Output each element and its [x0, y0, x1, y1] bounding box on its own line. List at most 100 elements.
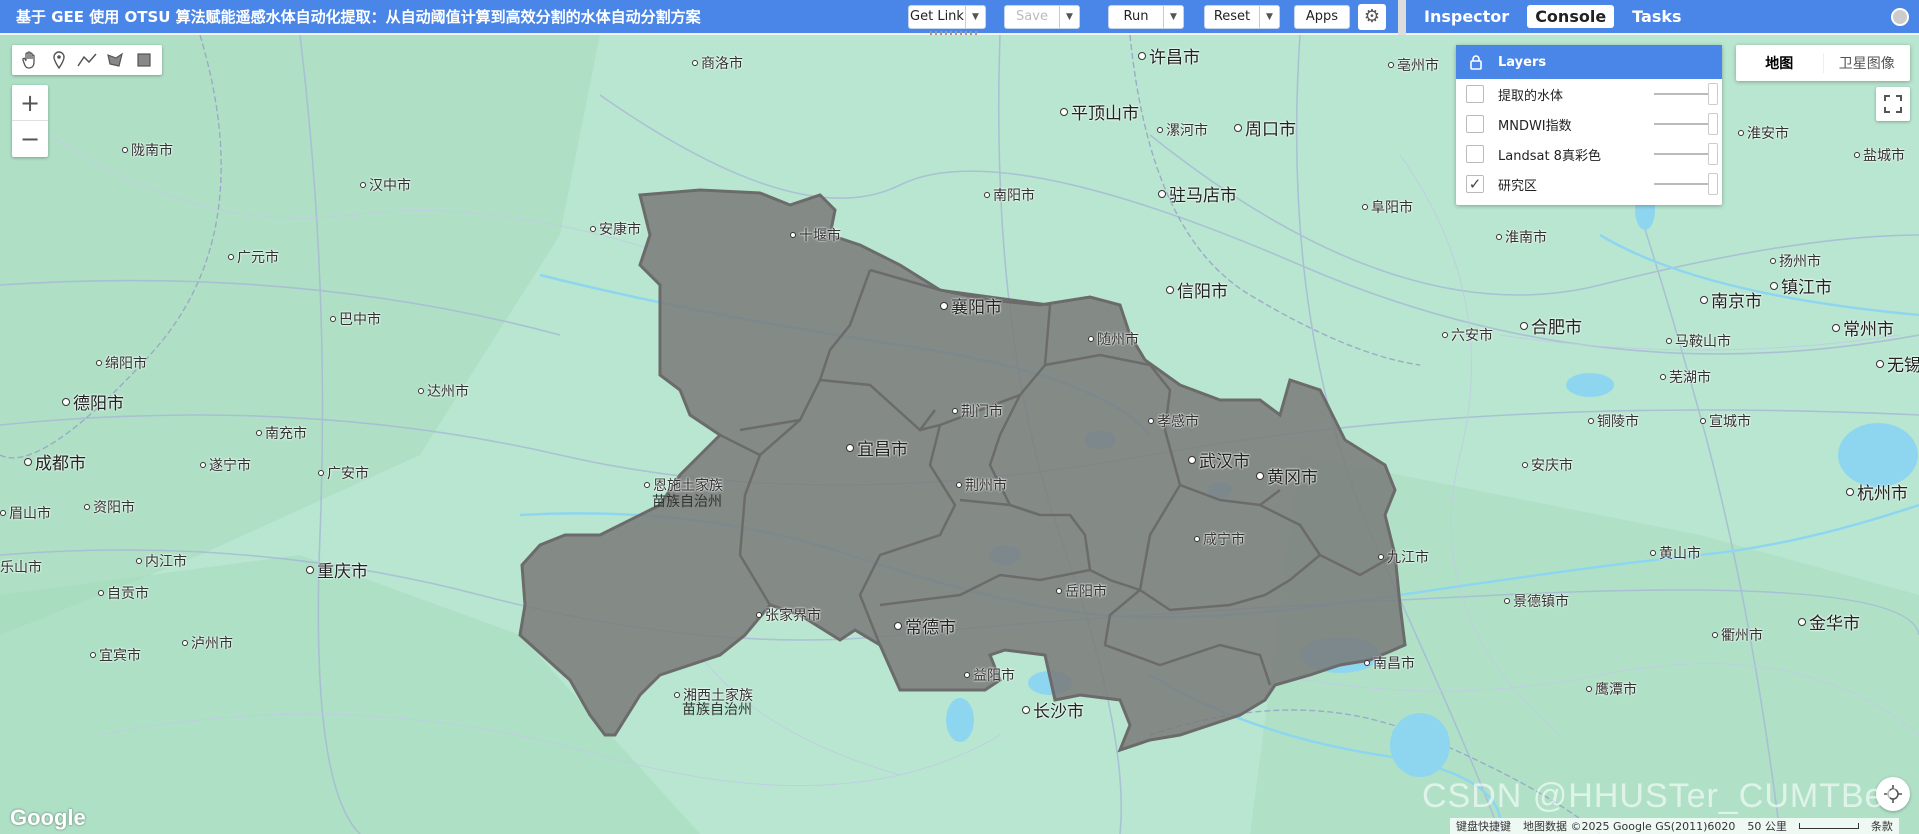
city-label: 盐城市	[1854, 145, 1905, 165]
map-type-roadmap[interactable]: 地图	[1736, 53, 1823, 73]
city-label: 阜阳市	[1362, 197, 1413, 217]
zoom-control: + −	[12, 85, 48, 157]
layer-row: MNDWI指数	[1456, 109, 1722, 139]
layer-name: Landsat 8真彩色	[1498, 148, 1601, 164]
pin-icon[interactable]	[1891, 7, 1909, 26]
city-label: 南阳市	[984, 185, 1035, 205]
city-label: 德阳市	[62, 389, 124, 414]
chevron-down-icon[interactable]: ▼	[1259, 5, 1279, 28]
line-icon[interactable]	[76, 49, 98, 71]
city-label: 安康市	[590, 219, 641, 239]
opacity-slider[interactable]	[1654, 83, 1718, 105]
layers-header[interactable]: Layers	[1456, 45, 1722, 79]
slider-knob[interactable]	[1708, 173, 1718, 195]
city-label: 六安市	[1442, 325, 1493, 345]
city-label: 铜陵市	[1588, 411, 1639, 431]
keyboard-shortcuts-link[interactable]: 键盘快捷键	[1456, 818, 1511, 834]
chevron-down-icon[interactable]: ▼	[1059, 5, 1079, 28]
city-label: 景德镇市	[1504, 591, 1569, 611]
city-label: 黄山市	[1650, 543, 1701, 563]
save-button[interactable]: Save ▼	[1004, 4, 1080, 29]
layer-checkbox[interactable]: ✓	[1466, 175, 1484, 193]
google-logo: Google	[10, 805, 86, 830]
settings-button[interactable]: ⚙	[1358, 3, 1386, 30]
opacity-slider[interactable]	[1654, 143, 1718, 165]
city-label: 信阳市	[1166, 277, 1228, 302]
city-label: 淮南市	[1496, 227, 1547, 247]
rectangle-icon[interactable]	[133, 49, 155, 71]
city-label: 荆州市	[956, 475, 1007, 495]
get-link-button[interactable]: Get Link ▼	[908, 4, 986, 29]
city-label: 自贡市	[98, 583, 149, 603]
fullscreen-icon	[1884, 95, 1902, 113]
reset-button[interactable]: Reset ▼	[1204, 4, 1280, 29]
layer-checkbox[interactable]	[1466, 85, 1484, 103]
run-label: Run	[1123, 9, 1149, 24]
tab-tasks[interactable]: Tasks	[1624, 5, 1689, 28]
layer-checkbox[interactable]	[1466, 115, 1484, 133]
city-label: 安庆市	[1522, 455, 1573, 475]
city-label: 咸宁市	[1194, 529, 1245, 549]
layers-title: Layers	[1498, 54, 1547, 70]
city-label: 张家界市	[756, 605, 821, 625]
hand-icon[interactable]	[19, 49, 41, 71]
map-attribution: 键盘快捷键 地图数据 ©2025 Google GS(2011)6020 50 …	[1450, 818, 1899, 834]
layer-checkbox[interactable]	[1466, 145, 1484, 163]
terms-link[interactable]: 条款	[1871, 818, 1893, 834]
city-label: 无锡	[1876, 351, 1919, 376]
panel-splitter[interactable]	[1398, 0, 1406, 35]
city-label: 乐山市	[0, 560, 42, 576]
run-button[interactable]: Run ▼	[1108, 4, 1184, 29]
city-label: 黄冈市	[1256, 463, 1318, 488]
layer-row: ✓ 研究区	[1456, 169, 1722, 199]
marker-icon[interactable]	[48, 49, 70, 71]
scale-bar	[1798, 823, 1859, 829]
slider-knob[interactable]	[1708, 143, 1718, 165]
chevron-down-icon[interactable]: ▼	[1163, 5, 1183, 28]
polygon-icon[interactable]	[104, 49, 126, 71]
map-canvas[interactable]: 许昌市 商洛市 平顶山市 周口市 亳州市 漯河市 陇南市 汉中市 南阳市 驻马店…	[0, 35, 1919, 834]
city-label: 南充市	[256, 423, 307, 443]
tab-inspector[interactable]: Inspector	[1416, 5, 1517, 28]
opacity-slider[interactable]	[1654, 113, 1718, 135]
city-label: 广安市	[318, 463, 369, 483]
scale-label: 50 公里	[1747, 820, 1787, 833]
city-label: 襄阳市	[940, 293, 1002, 318]
slider-knob[interactable]	[1708, 113, 1718, 135]
lock-icon[interactable]	[1468, 54, 1484, 70]
city-label: 遂宁市	[200, 455, 251, 475]
city-label: 成都市	[24, 449, 86, 474]
city-label: 随州市	[1088, 329, 1139, 349]
watermark: CSDN @HHUSTer_CUMTBer	[1422, 777, 1897, 815]
city-label: 许昌市	[1138, 43, 1200, 68]
map-type-satellite[interactable]: 卫星图像	[1822, 53, 1911, 73]
city-label: 宜昌市	[846, 435, 908, 460]
city-label: 十堰市	[790, 225, 841, 245]
city-label: 陇南市	[122, 140, 173, 160]
minus-icon: −	[19, 125, 41, 153]
zoom-in-button[interactable]: +	[12, 85, 48, 121]
fullscreen-button[interactable]	[1876, 87, 1910, 121]
city-label: 常州市	[1832, 315, 1894, 340]
map-type-control: 地图 卫星图像	[1736, 45, 1910, 81]
city-label: 苗族自治州	[682, 702, 752, 718]
apps-button[interactable]: Apps	[1294, 4, 1350, 29]
gear-icon: ⚙	[1363, 6, 1381, 27]
city-label: 马鞍山市	[1666, 331, 1731, 351]
city-label: 内江市	[136, 551, 187, 571]
tab-console[interactable]: Console	[1527, 5, 1615, 28]
city-label: 资阳市	[84, 497, 135, 517]
city-label: 巴中市	[330, 309, 381, 329]
top-toolbar: 基于 GEE 使用 OTSU 算法赋能遥感水体自动化提取：从自动阈值计算到高效分…	[0, 0, 1919, 35]
chevron-down-icon[interactable]: ▼	[965, 5, 985, 28]
opacity-slider[interactable]	[1654, 173, 1718, 195]
city-label: 常德市	[894, 613, 956, 638]
city-label: 岳阳市	[1056, 581, 1107, 601]
city-label: 重庆市	[306, 557, 368, 582]
code-editor-header: 基于 GEE 使用 OTSU 算法赋能遥感水体自动化提取：从自动阈值计算到高效分…	[0, 0, 1398, 33]
apps-label: Apps	[1305, 9, 1339, 24]
slider-knob[interactable]	[1708, 83, 1718, 105]
zoom-out-button[interactable]: −	[12, 121, 48, 157]
city-label: 长沙市	[1022, 697, 1084, 722]
layer-name: MNDWI指数	[1498, 118, 1572, 134]
